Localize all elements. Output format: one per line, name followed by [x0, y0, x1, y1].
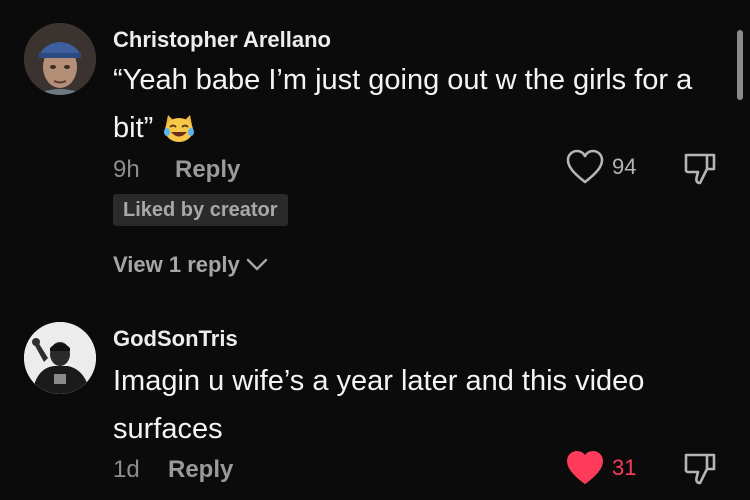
dislike-icon[interactable] — [683, 452, 717, 486]
comment-text: “Yeah babe I’m just going out w the girl… — [113, 56, 723, 152]
like-button[interactable]: 94 — [566, 149, 636, 185]
like-button[interactable]: 31 — [566, 450, 636, 486]
avatar[interactable] — [24, 322, 96, 394]
heart-outline-icon — [566, 149, 604, 184]
reply-button[interactable]: Reply — [168, 456, 233, 484]
comment-text: Imagin u wife’s a year later and this vi… — [113, 365, 645, 445]
laughing-cat-emoji-icon — [164, 115, 195, 142]
liked-by-creator-badge: Liked by creator — [113, 194, 288, 226]
dislike-icon[interactable] — [683, 152, 717, 186]
view-replies-label: View 1 reply — [113, 252, 240, 277]
chevron-down-icon — [246, 258, 267, 271]
comment-timestamp: 1d — [113, 456, 140, 483]
comment-text-content: “Yeah babe I’m just going out w the girl… — [113, 64, 693, 144]
heart-filled-icon — [567, 451, 603, 484]
comment-username[interactable]: Christopher Arellano — [113, 27, 331, 53]
avatar[interactable] — [24, 23, 96, 95]
comment-timestamp: 9h — [113, 156, 140, 183]
like-count: 94 — [612, 154, 637, 179]
view-replies-button[interactable]: View 1 reply — [113, 252, 268, 278]
like-count: 31 — [612, 455, 637, 480]
scrollbar[interactable] — [737, 30, 743, 100]
comment-username[interactable]: GodSonTris — [113, 326, 238, 352]
reply-button[interactable]: Reply — [175, 156, 240, 184]
